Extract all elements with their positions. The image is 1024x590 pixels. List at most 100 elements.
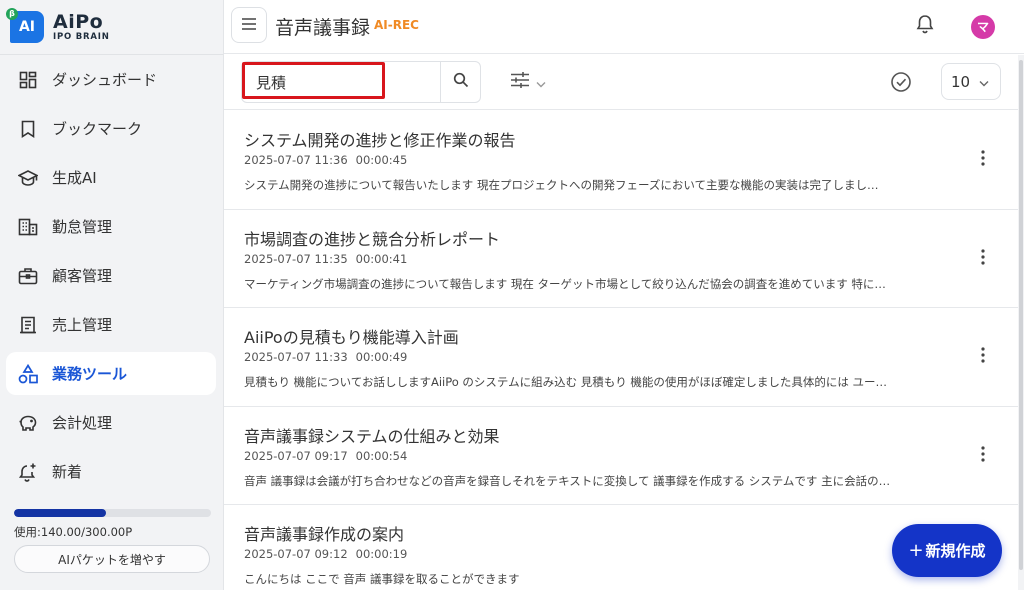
per-page-value: 10	[951, 72, 971, 91]
record-duration: 00:00:45	[355, 153, 408, 167]
shapes-icon	[18, 363, 38, 384]
logo-mark: AI β	[6, 8, 44, 43]
page-title: 音声議事録	[275, 17, 371, 39]
per-page-select[interactable]: 10	[941, 63, 1001, 100]
new-recording-label: 新規作成	[925, 542, 986, 560]
add-ai-packet-button[interactable]: AIパケットを増やす	[14, 545, 210, 573]
more-vertical-icon	[981, 248, 985, 269]
record-meta: 2025-07-07 11:36 00:00:45	[244, 153, 407, 167]
app-logo[interactable]: AI β AiPo IPO BRAIN	[6, 7, 110, 47]
record-meta: 2025-07-07 11:33 00:00:49	[244, 350, 407, 364]
record-date: 2025-07-07 11:35	[244, 251, 348, 266]
search-button[interactable]	[440, 62, 480, 102]
more-options-button[interactable]	[972, 445, 994, 467]
sidebar-item-generative-ai[interactable]: 生成AI	[6, 156, 216, 199]
sidebar-item-label: ブックマーク	[52, 120, 143, 138]
receipt-icon	[18, 315, 38, 335]
logo-name: AiPo	[53, 10, 104, 33]
more-options-button[interactable]	[972, 149, 994, 171]
record-title: システム開発の進捗と修正作業の報告	[244, 131, 516, 150]
usage-progress-bar	[14, 509, 211, 517]
record-title: 市場調査の進捗と競合分析レポート	[244, 229, 501, 249]
record-duration: 00:00:19	[355, 547, 408, 561]
select-all-button[interactable]	[890, 71, 912, 93]
sidebar-item-business-tools[interactable]: 業務ツール	[6, 352, 216, 395]
record-meta: 2025-07-07 09:17 00:00:54	[244, 449, 407, 463]
record-preview: マーケティング市場調査の進捗について報告します 現在 ターゲット市場として絞り込…	[244, 276, 886, 291]
bell-plus-icon	[18, 462, 38, 482]
sidebar: AI β AiPo IPO BRAIN ダッシュボード ブックマーク 生成AI	[0, 0, 224, 590]
briefcase-icon	[18, 266, 38, 286]
record-duration: 00:00:49	[355, 350, 408, 364]
record-date: 2025-07-07 09:12	[244, 547, 348, 561]
list-item[interactable]: AiiPoの見積もり機能導入計画 2025-07-07 11:33 00:00:4…	[224, 308, 1018, 407]
search-input[interactable]	[242, 62, 440, 102]
chevron-down-icon	[979, 72, 989, 91]
record-date: 2025-07-07 11:33	[244, 350, 348, 364]
record-preview: 見積もり 機能についてお話ししますAiiPo のシステムに組み込む 見積もり 機…	[244, 375, 888, 389]
record-duration: 00:00:41	[355, 251, 408, 266]
beta-badge: β	[6, 8, 18, 20]
more-vertical-icon	[981, 347, 985, 367]
logo-subtitle: IPO BRAIN	[53, 31, 110, 42]
usage-text: 使用:140.00/300.00P	[14, 525, 133, 539]
list-item[interactable]: 市場調査の進捗と競合分析レポート 2025-07-07 11:35 00:00:4…	[224, 209, 1018, 308]
list-toolbar: 10	[224, 55, 1024, 110]
record-title: 音声議事録作成の案内	[244, 525, 405, 544]
scrollbar-thumb[interactable]	[1019, 60, 1023, 570]
list-item[interactable]: 音声議事録システムの仕組みと効果 2025-07-07 09:17 00:00:5…	[224, 406, 1018, 505]
new-recording-button[interactable]: + 新規作成	[892, 524, 1002, 577]
sidebar-item-label: 売上管理	[52, 316, 113, 334]
sidebar-item-bookmark[interactable]: ブックマーク	[6, 107, 216, 150]
check-circle-icon	[890, 72, 912, 97]
more-options-button[interactable]	[972, 346, 994, 368]
sidebar-divider	[0, 54, 223, 55]
logo-mark-text: AI	[18, 19, 36, 35]
graduation-cap-icon	[18, 168, 38, 188]
sidebar-item-label: 新着	[52, 463, 83, 481]
record-preview: システム開発の進捗について報告いたします 現在プロジェクトへの開発フェーズにおい…	[244, 178, 879, 192]
sidebar-item-dashboard[interactable]: ダッシュボード	[6, 58, 216, 101]
search-icon	[453, 72, 469, 92]
plus-icon: +	[908, 540, 924, 561]
sidebar-item-customers[interactable]: 顧客管理	[6, 254, 216, 297]
record-title: 音声議事録システムの仕組みと効果	[244, 426, 500, 446]
sidebar-item-sales[interactable]: 売上管理	[6, 303, 216, 346]
record-preview: 音声 議事録は会議が打ち合わせなどの音声を録音しそれをテキストに変換して 議事録…	[244, 473, 891, 488]
sidebar-item-label: 勤怠管理	[52, 218, 113, 236]
sidebar-item-label: 生成AI	[52, 169, 97, 187]
recording-list: システム開発の進捗と修正作業の報告 2025-07-07 11:36 00:00:…	[224, 111, 1018, 590]
sidebar-nav: ダッシュボード ブックマーク 生成AI 勤怠管理 顧客管理 売上管理 業務ツール…	[6, 58, 216, 499]
record-meta: 2025-07-07 09:12 00:00:19	[244, 547, 407, 561]
more-options-button[interactable]	[972, 248, 994, 270]
search-box	[241, 61, 481, 103]
sidebar-item-label: 顧客管理	[52, 267, 113, 285]
sidebar-item-new[interactable]: 新着	[6, 450, 216, 493]
record-meta: 2025-07-07 11:35 00:00:41	[244, 252, 407, 266]
list-item[interactable]: システム開発の進捗と修正作業の報告 2025-07-07 11:36 00:00:…	[224, 111, 1018, 210]
filter-button[interactable]	[510, 71, 554, 93]
bell-icon	[916, 14, 934, 38]
more-vertical-icon	[981, 150, 985, 170]
sliders-icon	[510, 71, 530, 93]
record-preview: こんにちは ここで 音声 議事録を取ることができます	[244, 572, 520, 586]
bookmark-icon	[18, 119, 38, 139]
sidebar-item-label: 業務ツール	[52, 365, 128, 383]
logo-text: AiPo IPO BRAIN	[53, 12, 110, 43]
menu-button[interactable]	[231, 7, 267, 43]
record-date: 2025-07-07 09:17	[244, 448, 348, 463]
record-date: 2025-07-07 11:36	[244, 153, 348, 167]
sidebar-item-attendance[interactable]: 勤怠管理	[6, 205, 216, 248]
usage-progress-fill	[14, 509, 106, 517]
chevron-down-icon	[536, 73, 546, 92]
record-title: AiiPoの見積もり機能導入計画	[244, 328, 459, 347]
record-duration: 00:00:54	[355, 448, 408, 463]
building-icon	[18, 217, 38, 237]
top-header: 音声議事録 AI-REC マ	[224, 0, 1024, 54]
avatar[interactable]: マ	[971, 15, 995, 39]
dashboard-icon	[18, 70, 38, 90]
more-vertical-icon	[981, 445, 985, 466]
sidebar-item-label: ダッシュボード	[52, 71, 158, 89]
sidebar-item-accounting[interactable]: 会計処理	[6, 401, 216, 444]
notification-bell-button[interactable]	[914, 15, 936, 37]
